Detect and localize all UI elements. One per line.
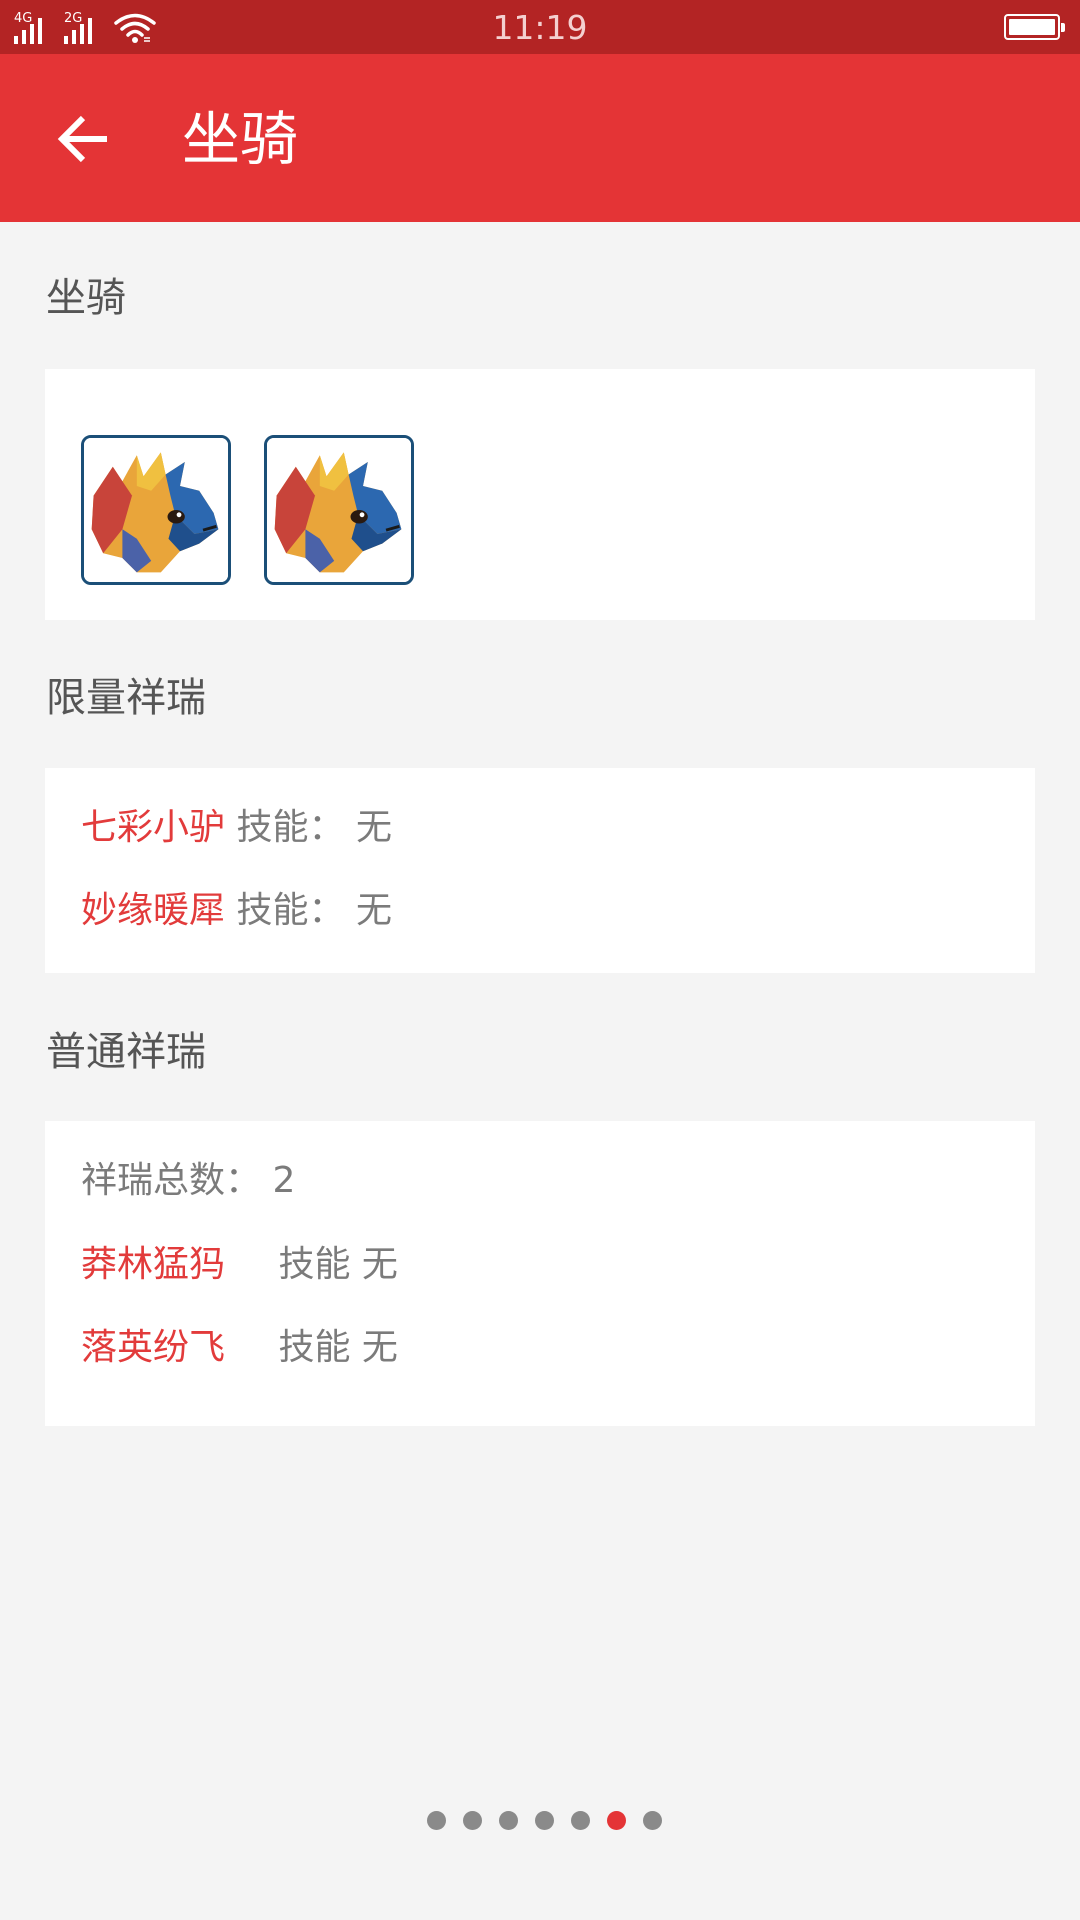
arrow-left-icon <box>57 115 107 163</box>
page-dot[interactable] <box>498 1811 518 1830</box>
list-item: 七彩小驴 技能： 无 <box>81 806 392 850</box>
page-dot[interactable] <box>426 1811 446 1830</box>
skill-value: 无 <box>361 1327 398 1368</box>
mounts-card <box>45 369 1035 620</box>
skill-value: 无 <box>355 807 392 848</box>
status-time: 11:19 <box>492 8 588 47</box>
page-dot[interactable] <box>534 1811 554 1830</box>
page-dot[interactable] <box>570 1811 590 1830</box>
limited-card: 七彩小驴 技能： 无 妙缘暖犀 技能： 无 <box>45 768 1035 973</box>
mounts-section-title: 坐骑 <box>46 275 126 321</box>
app-bar: 坐骑 <box>0 54 1080 222</box>
mount-creature-image <box>84 438 228 582</box>
skill-value: 无 <box>361 1244 398 1285</box>
page-title: 坐骑 <box>182 105 299 173</box>
skill-label: 技能： <box>236 890 345 931</box>
normal-section-title: 普通祥瑞 <box>46 1029 206 1075</box>
list-item: 莽林猛犸 技能 无 <box>81 1243 398 1287</box>
auspicious-name[interactable]: 妙缘暖犀 <box>81 890 225 931</box>
total-count-row: 祥瑞总数： 2 <box>81 1159 295 1203</box>
auspicious-name[interactable]: 七彩小驴 <box>81 807 225 848</box>
auspicious-name[interactable]: 莽林猛犸 <box>81 1243 267 1287</box>
mount-creature-image <box>267 438 411 582</box>
skill-value: 无 <box>355 890 392 931</box>
page-indicator[interactable] <box>0 1811 1080 1831</box>
skill-label: 技能 <box>278 1244 351 1285</box>
status-bar: 4G 2G 11:19 <box>0 0 1080 54</box>
auspicious-name[interactable]: 落英纷飞 <box>81 1326 267 1370</box>
back-button[interactable] <box>44 106 124 172</box>
list-item: 妙缘暖犀 技能： 无 <box>81 889 392 933</box>
mount-avatar-1[interactable] <box>81 435 231 585</box>
list-item: 落英纷飞 技能 无 <box>81 1326 398 1370</box>
skill-label: 技能 <box>278 1327 351 1368</box>
page-dot[interactable] <box>642 1811 662 1830</box>
total-count-label: 祥瑞总数： <box>81 1160 262 1201</box>
skill-label: 技能： <box>236 807 345 848</box>
battery-icon <box>1004 14 1065 40</box>
limited-section-title: 限量祥瑞 <box>46 675 206 721</box>
mount-avatar-2[interactable] <box>264 435 414 585</box>
page-dot[interactable] <box>606 1811 626 1830</box>
page-dot[interactable] <box>462 1811 482 1830</box>
normal-card: 祥瑞总数： 2 莽林猛犸 技能 无 落英纷飞 技能 无 <box>45 1121 1035 1426</box>
total-count-value: 2 <box>272 1160 296 1201</box>
